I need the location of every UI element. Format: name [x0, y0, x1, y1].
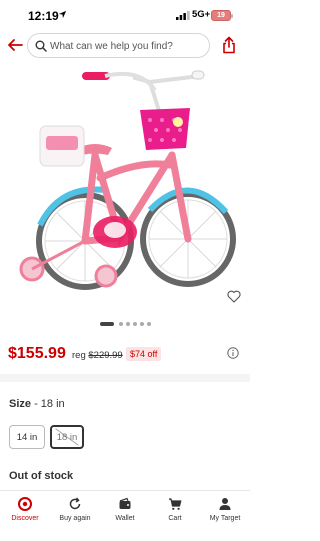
header — [0, 30, 250, 60]
cart-icon — [169, 498, 182, 510]
carousel-dot[interactable] — [133, 322, 137, 326]
size-option-14in[interactable]: 14 in — [9, 425, 45, 449]
chain-guard-decal — [104, 222, 126, 238]
carousel-dot[interactable] — [119, 322, 123, 326]
current-price: $155.99 — [8, 345, 66, 362]
favorite-heart-icon[interactable] — [227, 290, 241, 303]
cell-signal-icon — [176, 11, 190, 20]
carousel-dot[interactable] — [140, 322, 144, 326]
size-label: Size — [9, 398, 32, 410]
regular-price: reg $229.99 — [72, 350, 123, 361]
wallet-icon — [119, 497, 131, 509]
size-separator: - — [31, 398, 41, 410]
carousel-dot[interactable] — [126, 322, 130, 326]
tab-label: Buy again — [59, 515, 91, 522]
front-basket — [140, 108, 190, 150]
regular-price-value: $229.99 — [88, 350, 123, 361]
doll-seat — [39, 125, 85, 167]
target-icon — [18, 497, 32, 511]
battery-level: 19 — [217, 12, 225, 19]
network-type: 5G+ — [192, 9, 211, 20]
tab-label: Wallet — [115, 515, 135, 522]
carousel-dot[interactable] — [147, 322, 151, 326]
size-option-label: 18 in — [56, 431, 78, 443]
tab-discover[interactable]: Discover — [0, 497, 50, 537]
size-heading: Size - 18 in — [9, 398, 65, 410]
size-option-label: 14 in — [16, 431, 38, 443]
section-divider — [0, 374, 250, 382]
status-time: 12:19 — [28, 9, 59, 23]
person-icon — [219, 498, 231, 510]
regular-price-label: reg — [72, 350, 86, 361]
info-icon[interactable] — [227, 347, 239, 359]
handlebar-grip — [191, 70, 205, 80]
battery-icon: 19 — [211, 10, 233, 21]
status-bar: 12:19 5G+ 19 — [0, 0, 250, 30]
search-icon — [35, 40, 47, 52]
training-wheel — [94, 264, 118, 288]
search-input[interactable] — [50, 38, 200, 54]
discount-badge: $74 off — [126, 347, 162, 361]
refresh-icon — [69, 497, 81, 510]
bottom-tab-bar: Discover Buy again Wallet Cart My Target — [0, 490, 250, 541]
stock-status: Out of stock — [9, 470, 74, 482]
tab-cart[interactable]: Cart — [150, 497, 200, 537]
size-option-18in[interactable]: 18 in — [50, 425, 84, 449]
product-image[interactable] — [0, 60, 250, 310]
tab-label: Discover — [11, 515, 39, 522]
tab-label: My Target — [209, 515, 241, 522]
search-bar[interactable] — [27, 33, 210, 58]
tab-buy-again[interactable]: Buy again — [50, 497, 100, 537]
back-arrow-icon[interactable] — [6, 36, 24, 54]
tab-my-target[interactable]: My Target — [200, 497, 250, 537]
share-icon[interactable] — [220, 36, 238, 54]
size-selected: 18 in — [40, 398, 65, 410]
tab-label: Cart — [168, 515, 182, 522]
image-carousel-dots[interactable] — [100, 321, 152, 327]
location-arrow-icon — [58, 10, 67, 19]
carousel-dot-active[interactable] — [100, 322, 114, 326]
handlebar-stem — [104, 71, 157, 92]
tab-wallet[interactable]: Wallet — [100, 497, 150, 537]
